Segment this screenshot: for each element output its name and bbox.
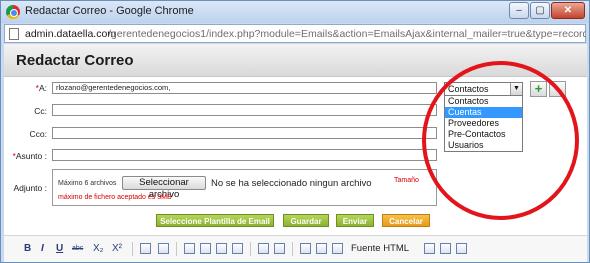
send-button[interactable]: Enviar [336, 214, 374, 227]
toolbar-separator [176, 242, 177, 256]
bullet-list-icon[interactable] [158, 243, 169, 254]
window-title: Redactar Correo - Google Chrome [25, 5, 194, 17]
maximize-button[interactable]: ▢ [530, 2, 550, 19]
bold-button[interactable]: B [24, 243, 31, 254]
subject-label: *Asunto : [12, 151, 48, 161]
page-content: Redactar Correo *A: rlozano@gerentedeneg… [4, 44, 587, 262]
option-proveedores[interactable]: Proveedores [445, 118, 522, 129]
html-source-button[interactable]: Fuente HTML [351, 243, 409, 254]
close-button[interactable]: ✕ [551, 2, 585, 19]
max-files-note: Máximo 6 archivos [58, 180, 117, 187]
preview-icon[interactable] [440, 243, 451, 254]
remove-icon[interactable] [549, 81, 566, 97]
toolbar-separator [250, 242, 251, 256]
attach-label: Adjunto : [13, 183, 47, 193]
page-icon [9, 28, 19, 40]
attachment-box: Máximo 6 archivos Seleccionar archivo No… [52, 169, 437, 206]
option-contactos[interactable]: Contactos [445, 96, 522, 107]
cc-field[interactable] [52, 104, 437, 116]
numbered-list-icon[interactable] [140, 243, 151, 254]
recipient-type-value: Contactos [448, 84, 489, 94]
cco-field[interactable] [52, 127, 437, 139]
no-file-text: No se ha seleccionado ningun archivo [211, 178, 372, 189]
to-label: *A: [35, 83, 47, 93]
outdent-icon[interactable] [274, 243, 285, 254]
url-path: /gerentedenegocios1/index.php?module=Ema… [108, 28, 586, 40]
subscript-button[interactable]: X₂ [93, 243, 104, 254]
dialog-header: Redactar Correo [4, 44, 587, 77]
browser-window: Redactar Correo - Google Chrome ‒ ▢ ✕ ad… [0, 0, 590, 263]
cc-label: Cc: [34, 106, 47, 116]
recipient-type-options: Contactos Cuentas Proveedores Pre-Contac… [444, 95, 523, 152]
select-template-button[interactable]: Seleccione Plantilla de Email [156, 214, 274, 227]
underline-button[interactable]: U [56, 243, 63, 254]
chevron-down-icon[interactable]: ▼ [510, 83, 522, 95]
link-icon[interactable] [300, 243, 311, 254]
plus-icon[interactable]: + [530, 81, 547, 97]
minimize-button[interactable]: ‒ [509, 2, 529, 19]
unlink-icon[interactable] [316, 243, 327, 254]
choose-file-button[interactable]: Seleccionar archivo [122, 176, 206, 200]
option-pre-contactos[interactable]: Pre-Contactos [445, 129, 522, 140]
align-left-icon[interactable] [184, 243, 195, 254]
superscript-button[interactable]: X² [112, 243, 122, 254]
italic-button[interactable]: I [41, 243, 44, 254]
new-page-icon[interactable] [424, 243, 435, 254]
subject-field[interactable] [52, 149, 437, 161]
toolbar-separator [132, 242, 133, 256]
save-button[interactable]: Guardar [283, 214, 329, 227]
editor-toolbar: B I U abc X₂ X² Fuente HTML [4, 235, 587, 262]
template-icon[interactable] [456, 243, 467, 254]
to-field[interactable]: rlozano@gerentedenegocios.com, [52, 82, 437, 94]
align-center-icon[interactable] [200, 243, 211, 254]
strike-button[interactable]: abc [72, 245, 83, 252]
dialog-title: Redactar Correo [16, 52, 134, 69]
recipient-type-select[interactable]: Contactos ▼ [444, 82, 523, 96]
cancel-button[interactable]: Cancelar [382, 214, 430, 227]
option-cuentas[interactable]: Cuentas [445, 107, 522, 118]
chrome-icon [6, 5, 20, 19]
indent-icon[interactable] [258, 243, 269, 254]
title-bar: Redactar Correo - Google Chrome ‒ ▢ ✕ [1, 1, 589, 23]
address-bar[interactable]: admin.dataella.com /gerentedenegocios1/i… [4, 24, 586, 43]
size-note-2: máximo de fichero aceptado es 3MB [58, 194, 172, 201]
align-justify-icon[interactable] [232, 243, 243, 254]
cco-label: Cco: [29, 129, 47, 139]
option-usuarios[interactable]: Usuarios [445, 140, 522, 151]
align-right-icon[interactable] [216, 243, 227, 254]
url-host: admin.dataella.com [25, 28, 117, 40]
size-note-1: Tamaño [394, 177, 419, 184]
image-icon[interactable] [332, 243, 343, 254]
toolbar-separator [292, 242, 293, 256]
